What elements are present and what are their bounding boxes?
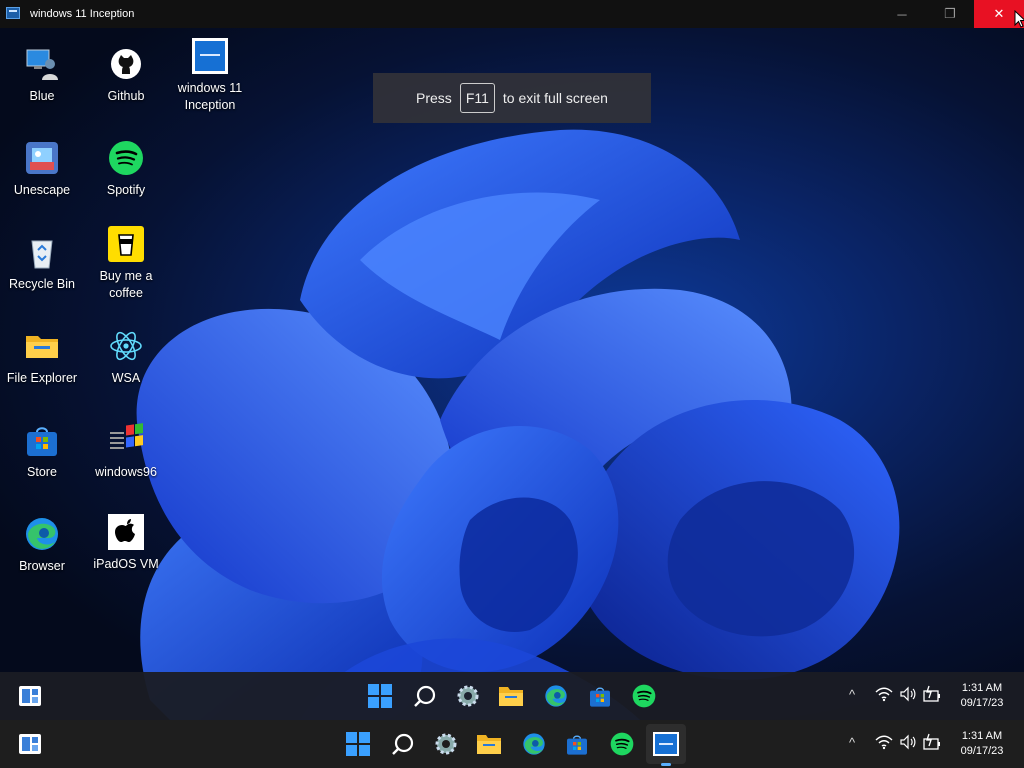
spotify-icon	[108, 140, 144, 176]
battery-charging-icon[interactable]	[922, 685, 942, 706]
spotify-icon[interactable]	[630, 682, 658, 710]
folder-icon	[24, 328, 60, 364]
desktop-icon-recycle-bin[interactable]: Recycle Bin	[0, 234, 84, 293]
desktop-icon-file-explorer[interactable]: File Explorer	[0, 328, 84, 387]
coffee-icon	[108, 226, 144, 262]
mouse-cursor-icon	[1014, 10, 1024, 28]
unescape-icon	[24, 140, 60, 176]
desktop-icon-label: Recycle Bin	[9, 277, 75, 291]
desktop-icon-github[interactable]: Github	[84, 46, 168, 105]
search-icon[interactable]	[389, 730, 417, 758]
desktop-icon-label: Spotify	[106, 183, 146, 197]
clock[interactable]: 1:31 AM 09/17/23	[952, 729, 1012, 759]
clock-time: 1:31 AM	[961, 730, 1003, 742]
settings-icon[interactable]	[432, 730, 460, 758]
edge-icon	[24, 516, 60, 552]
spotify-icon[interactable]	[608, 730, 636, 758]
volume-icon[interactable]	[899, 686, 917, 705]
hint-text-after: to exit full screen	[502, 90, 608, 106]
search-icon[interactable]	[411, 682, 439, 710]
desktop-icon-label: File Explorer	[6, 371, 78, 385]
store-icon[interactable]	[586, 682, 614, 710]
desktop-icon-blue[interactable]: Blue	[0, 46, 84, 105]
store-icon	[24, 422, 60, 458]
desktop-icon-label: iPadOS VM	[93, 557, 159, 571]
desktop-icon-label: Buy me a coffee	[99, 269, 153, 300]
clock-time: 1:31 AM	[961, 682, 1003, 694]
folder-icon[interactable]	[475, 730, 503, 758]
guest-taskbar: ^ 1:31 AM 09/17/23	[0, 672, 1024, 720]
window-title: windows 11 Inception	[30, 8, 135, 20]
folder-icon[interactable]	[497, 682, 525, 710]
active-app-indicator	[661, 763, 671, 766]
windows96-icon	[108, 422, 144, 458]
desktop-icon-label: WSA	[111, 371, 141, 385]
desktop-icon-label: Browser	[19, 559, 65, 573]
wifi-icon[interactable]	[875, 734, 893, 753]
window-app-icon	[6, 7, 20, 19]
desktop-icon-label: windows 11 Inception	[177, 81, 243, 112]
desktop-icon-label: Blue	[29, 89, 55, 103]
widgets-icon[interactable]	[16, 682, 44, 710]
wifi-icon[interactable]	[875, 686, 893, 705]
desktop[interactable]: Blue Github windows 11 Inception Unescap…	[0, 28, 1024, 720]
hint-text-before: Press	[416, 90, 452, 106]
clock-date: 09/17/23	[960, 745, 1004, 757]
clock-date: 09/17/23	[960, 697, 1004, 709]
desktop-icon-buy-me-a-coffee[interactable]: Buy me a coffee	[84, 226, 168, 302]
desktop-icon-wsa[interactable]: WSA	[84, 328, 168, 387]
desktop-icon-ipados-vm[interactable]: iPadOS VM	[84, 514, 168, 573]
desktop-icon-windows96[interactable]: windows96	[84, 422, 168, 481]
fullscreen-hint: Press F11 to exit full screen	[373, 73, 651, 123]
settings-icon[interactable]	[454, 682, 482, 710]
restore-button[interactable]: ❐	[926, 0, 974, 28]
clock[interactable]: 1:31 AM 09/17/23	[952, 681, 1012, 711]
hint-key-f11: F11	[459, 83, 495, 113]
desktop-icon-label: Github	[107, 89, 145, 103]
start-icon[interactable]	[344, 730, 372, 758]
volume-icon[interactable]	[899, 734, 917, 753]
tray-chevron-icon[interactable]: ^	[849, 687, 855, 702]
desktop-icon-windows11-inception[interactable]: windows 11 Inception	[168, 38, 252, 114]
github-icon	[108, 46, 144, 82]
desktop-icon-store[interactable]: Store	[0, 422, 84, 481]
widgets-icon[interactable]	[16, 730, 44, 758]
apple-icon	[108, 514, 144, 550]
desktop-icon-label: windows96	[95, 465, 157, 479]
edge-icon[interactable]	[542, 682, 570, 710]
desktop-icon-label: Unescape	[13, 183, 71, 197]
desktop-icon-browser[interactable]: Browser	[0, 516, 84, 575]
recycle-bin-icon	[24, 234, 60, 270]
react-icon	[108, 328, 144, 364]
start-icon[interactable]	[366, 682, 394, 710]
person-pc-icon	[24, 46, 60, 82]
edge-icon[interactable]	[520, 730, 548, 758]
title-bar: windows 11 Inception ─ ❐ ✕	[0, 0, 1024, 28]
windows-app-icon[interactable]	[652, 730, 680, 758]
host-taskbar: ^ 1:31 AM 09/17/23	[0, 720, 1024, 768]
tray-chevron-icon[interactable]: ^	[849, 735, 855, 750]
desktop-icon-spotify[interactable]: Spotify	[84, 140, 168, 199]
desktop-icon-unescape[interactable]: Unescape	[0, 140, 84, 199]
minimize-button[interactable]: ─	[878, 0, 926, 28]
desktop-icon-label: Store	[27, 465, 57, 479]
windows-app-icon	[192, 38, 228, 74]
store-icon[interactable]	[563, 730, 591, 758]
battery-charging-icon[interactable]	[922, 733, 942, 754]
